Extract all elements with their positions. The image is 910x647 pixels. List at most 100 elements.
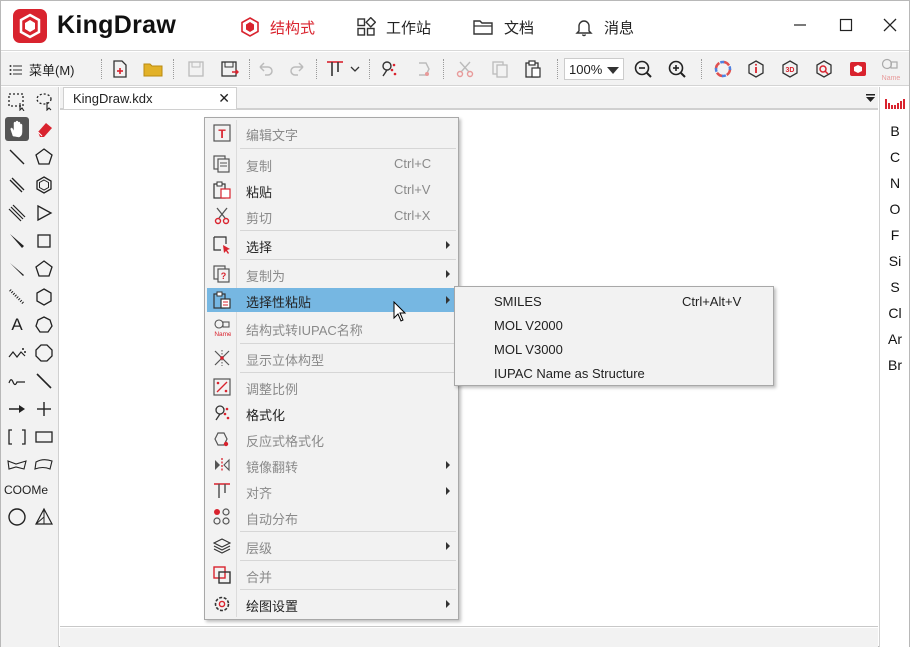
align-dropdown-button[interactable] xyxy=(323,57,363,81)
element-o[interactable]: O xyxy=(880,201,910,217)
menu-item-edit-text[interactable]: T 编辑文字 xyxy=(207,121,456,145)
menu-item-scale[interactable]: 调整比例 xyxy=(207,375,456,399)
menu-item-select[interactable]: 选择 xyxy=(207,233,456,257)
periodic-table-icon[interactable] xyxy=(885,97,905,111)
reaction-format-button[interactable] xyxy=(411,57,435,81)
close-tab-icon[interactable]: ✕ xyxy=(218,90,230,107)
element-s[interactable]: S xyxy=(880,279,910,295)
save-button[interactable] xyxy=(184,57,208,81)
menu-item-align[interactable]: 对齐 xyxy=(207,479,456,503)
line-tool[interactable] xyxy=(32,369,56,393)
document-tab[interactable]: KingDraw.kdx ✕ xyxy=(63,87,237,109)
nav-tab-docs[interactable]: 文档 xyxy=(472,15,534,39)
close-window-button[interactable] xyxy=(878,13,902,37)
menu-item-auto-distribute[interactable]: 自动分布 xyxy=(207,505,456,529)
menu-item-copy-as[interactable]: ? 复制为 xyxy=(207,262,456,286)
menu-item-cut[interactable]: 剪切 Ctrl+X xyxy=(207,204,456,228)
menu-item-structure-to-iupac[interactable]: Name 结构式转IUPAC名称 xyxy=(207,316,456,340)
element-b[interactable]: B xyxy=(880,123,910,139)
name-to-structure-button[interactable]: Name xyxy=(878,55,904,85)
element-br[interactable]: Br xyxy=(880,357,910,373)
element-c[interactable]: C xyxy=(880,149,910,165)
undo-button[interactable] xyxy=(253,57,277,81)
submenu-item-iupac-name-as-structure[interactable]: IUPAC Name as Structure xyxy=(457,361,771,385)
menu-item-merge[interactable]: 合并 xyxy=(207,563,456,587)
submenu-item-mol-v2000[interactable]: MOL V2000 xyxy=(457,313,771,337)
circle-tool[interactable] xyxy=(5,505,29,529)
open-file-button[interactable] xyxy=(142,57,166,81)
eraser-tool[interactable] xyxy=(32,117,56,141)
menu-item-format[interactable]: 格式化 xyxy=(207,401,456,425)
paste-button[interactable] xyxy=(521,57,545,81)
wedge-line-icon xyxy=(10,263,24,276)
stereo-icon xyxy=(213,349,231,367)
svg-text:Name: Name xyxy=(214,331,231,338)
menu-item-show-stereo[interactable]: 显示立体构型 xyxy=(207,346,456,370)
square-ring-tool[interactable] xyxy=(32,229,56,253)
menu-item-paste[interactable]: 粘贴 Ctrl+V xyxy=(207,178,456,202)
marquee-select-tool[interactable] xyxy=(5,89,29,113)
benzene-ring-tool[interactable] xyxy=(32,173,56,197)
info-button[interactable] xyxy=(744,57,768,81)
template-tool-a[interactable] xyxy=(5,453,29,477)
submenu-item-mol-v3000[interactable]: MOL V3000 xyxy=(457,337,771,361)
chain-tool[interactable] xyxy=(5,341,29,365)
element-cl[interactable]: Cl xyxy=(880,305,910,321)
glassware-tool[interactable] xyxy=(32,505,56,529)
maximize-button[interactable] xyxy=(834,13,858,37)
wavy-bond-tool[interactable] xyxy=(5,369,29,393)
save-as-button[interactable] xyxy=(218,57,242,81)
menu-item-layers[interactable]: 层级 xyxy=(207,534,456,558)
element-ar[interactable]: Ar xyxy=(880,331,910,347)
pentagon-ring-tool[interactable] xyxy=(32,145,56,169)
element-si[interactable]: Si xyxy=(880,253,910,269)
color-button[interactable] xyxy=(711,57,735,81)
menu-item-mirror[interactable]: 镜像翻转 xyxy=(207,453,456,477)
menu-button[interactable]: 菜单(M) xyxy=(9,60,75,79)
wedge-bond-tool[interactable] xyxy=(5,229,29,253)
submenu-item-smiles[interactable]: SMILES Ctrl+Alt+V xyxy=(457,289,771,313)
triangle-ring-tool[interactable] xyxy=(32,201,56,225)
cyclopentane-tool[interactable] xyxy=(32,257,56,281)
new-file-button[interactable] xyxy=(108,57,132,81)
zoom-select[interactable]: 100% xyxy=(564,58,624,80)
double-bond-tool[interactable] xyxy=(5,173,29,197)
element-f[interactable]: F xyxy=(880,227,910,243)
lasso-select-tool[interactable] xyxy=(32,89,56,113)
text-tool[interactable]: A xyxy=(5,313,29,337)
cycloheptane-tool[interactable] xyxy=(32,313,56,337)
cyclooctane-tool[interactable] xyxy=(32,341,56,365)
cyclohexane-tool[interactable] xyxy=(32,285,56,309)
image-recognition-button[interactable] xyxy=(846,57,870,81)
menu-item-drawing-settings[interactable]: 绘图设置 xyxy=(207,592,456,616)
search-structure-button[interactable] xyxy=(812,57,836,81)
arrow-tool[interactable] xyxy=(5,397,29,421)
hashed-bond-tool[interactable] xyxy=(5,285,29,309)
bold-wedge-tool[interactable] xyxy=(5,257,29,281)
rectangle-tool[interactable] xyxy=(32,425,56,449)
copy-button[interactable] xyxy=(488,57,512,81)
nav-tab-structure[interactable]: 结构式 xyxy=(240,15,315,39)
tab-list-dropdown-icon[interactable] xyxy=(866,94,875,102)
zoom-in-button[interactable] xyxy=(665,57,689,81)
element-n[interactable]: N xyxy=(880,175,910,191)
functional-group-tool[interactable]: COOMe xyxy=(4,483,48,497)
triple-bond-tool[interactable] xyxy=(5,201,29,225)
menu-item-reaction-format[interactable]: 反应式格式化 xyxy=(207,427,456,451)
bracket-tool[interactable] xyxy=(5,425,29,449)
3d-view-button[interactable]: 3D xyxy=(778,57,802,81)
zoom-out-button[interactable] xyxy=(631,57,655,81)
svg-text:T: T xyxy=(218,127,226,141)
redo-button[interactable] xyxy=(286,57,310,81)
cut-button[interactable] xyxy=(453,57,477,81)
plus-tool[interactable] xyxy=(32,397,56,421)
single-bond-tool[interactable] xyxy=(5,145,29,169)
nav-tab-workstation[interactable]: 工作站 xyxy=(356,15,431,39)
pan-hand-tool[interactable] xyxy=(5,117,29,141)
format-button[interactable] xyxy=(377,57,401,81)
template-tool-b[interactable] xyxy=(32,453,56,477)
menu-item-paste-special[interactable]: 选择性粘贴 xyxy=(207,288,456,312)
nav-tab-messages[interactable]: 消息 xyxy=(574,15,634,39)
minimize-button[interactable] xyxy=(788,13,812,37)
menu-item-copy[interactable]: 复制 Ctrl+C xyxy=(207,152,456,176)
